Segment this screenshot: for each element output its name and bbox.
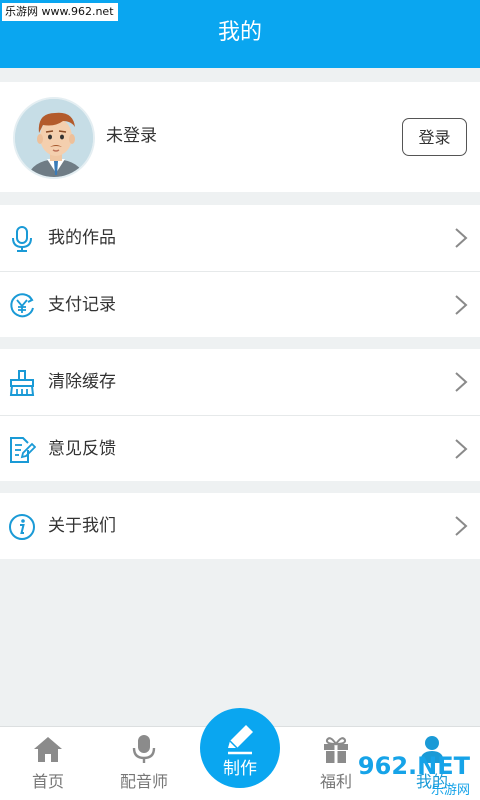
menu-group-settings: 清除缓存 意见反馈 bbox=[0, 349, 480, 481]
menu-item-label: 关于我们 bbox=[48, 516, 116, 536]
chevron-right-icon bbox=[455, 295, 468, 315]
menu-item-about-us[interactable]: 关于我们 bbox=[0, 493, 480, 559]
tab-home[interactable]: 首页 bbox=[0, 727, 96, 800]
menu-item-label: 意见反馈 bbox=[48, 439, 116, 459]
login-button[interactable]: 登录 bbox=[402, 118, 467, 156]
menu-item-label: 我的作品 bbox=[48, 228, 116, 248]
app-header: 乐游网 www.962.net 我的 bbox=[0, 0, 480, 68]
chevron-right-icon bbox=[455, 439, 468, 459]
tab-voice-actors[interactable]: 配音师 bbox=[96, 727, 192, 800]
chevron-right-icon bbox=[455, 372, 468, 392]
username-label: 未登录 bbox=[106, 126, 157, 146]
menu-item-label: 支付记录 bbox=[48, 295, 116, 315]
menu-item-clear-cache[interactable]: 清除缓存 bbox=[0, 349, 480, 415]
microphone-icon bbox=[12, 226, 32, 252]
menu-item-my-works[interactable]: 我的作品 bbox=[0, 205, 480, 271]
tab-label: 配音师 bbox=[119, 772, 168, 791]
feedback-edit-icon bbox=[10, 437, 36, 463]
brand-subtext: 乐游网 bbox=[430, 783, 470, 798]
menu-group-about: 关于我们 bbox=[0, 493, 480, 559]
create-button[interactable]: 制作 bbox=[200, 708, 280, 788]
broom-icon bbox=[9, 370, 35, 396]
chevron-right-icon bbox=[455, 516, 468, 536]
profile-card: 未登录 登录 bbox=[0, 82, 480, 192]
menu-item-feedback[interactable]: 意见反馈 bbox=[0, 415, 480, 481]
menu-group-works: 我的作品 支付记录 bbox=[0, 205, 480, 337]
brand-logo: 962.NET bbox=[357, 752, 470, 780]
avatar-illustration bbox=[15, 99, 93, 177]
menu-item-payment-records[interactable]: 支付记录 bbox=[0, 271, 480, 337]
pencil-icon bbox=[228, 725, 253, 755]
gift-icon bbox=[324, 737, 348, 763]
microphone-icon bbox=[132, 735, 156, 763]
avatar[interactable] bbox=[13, 97, 95, 179]
tab-label: 首页 bbox=[31, 772, 64, 791]
menu-item-label: 清除缓存 bbox=[48, 372, 116, 392]
create-label: 制作 bbox=[223, 759, 257, 779]
yen-payment-icon bbox=[10, 293, 34, 318]
home-icon bbox=[34, 737, 62, 762]
page-title: 我的 bbox=[217, 20, 262, 45]
info-icon bbox=[9, 514, 35, 540]
chevron-right-icon bbox=[455, 228, 468, 248]
